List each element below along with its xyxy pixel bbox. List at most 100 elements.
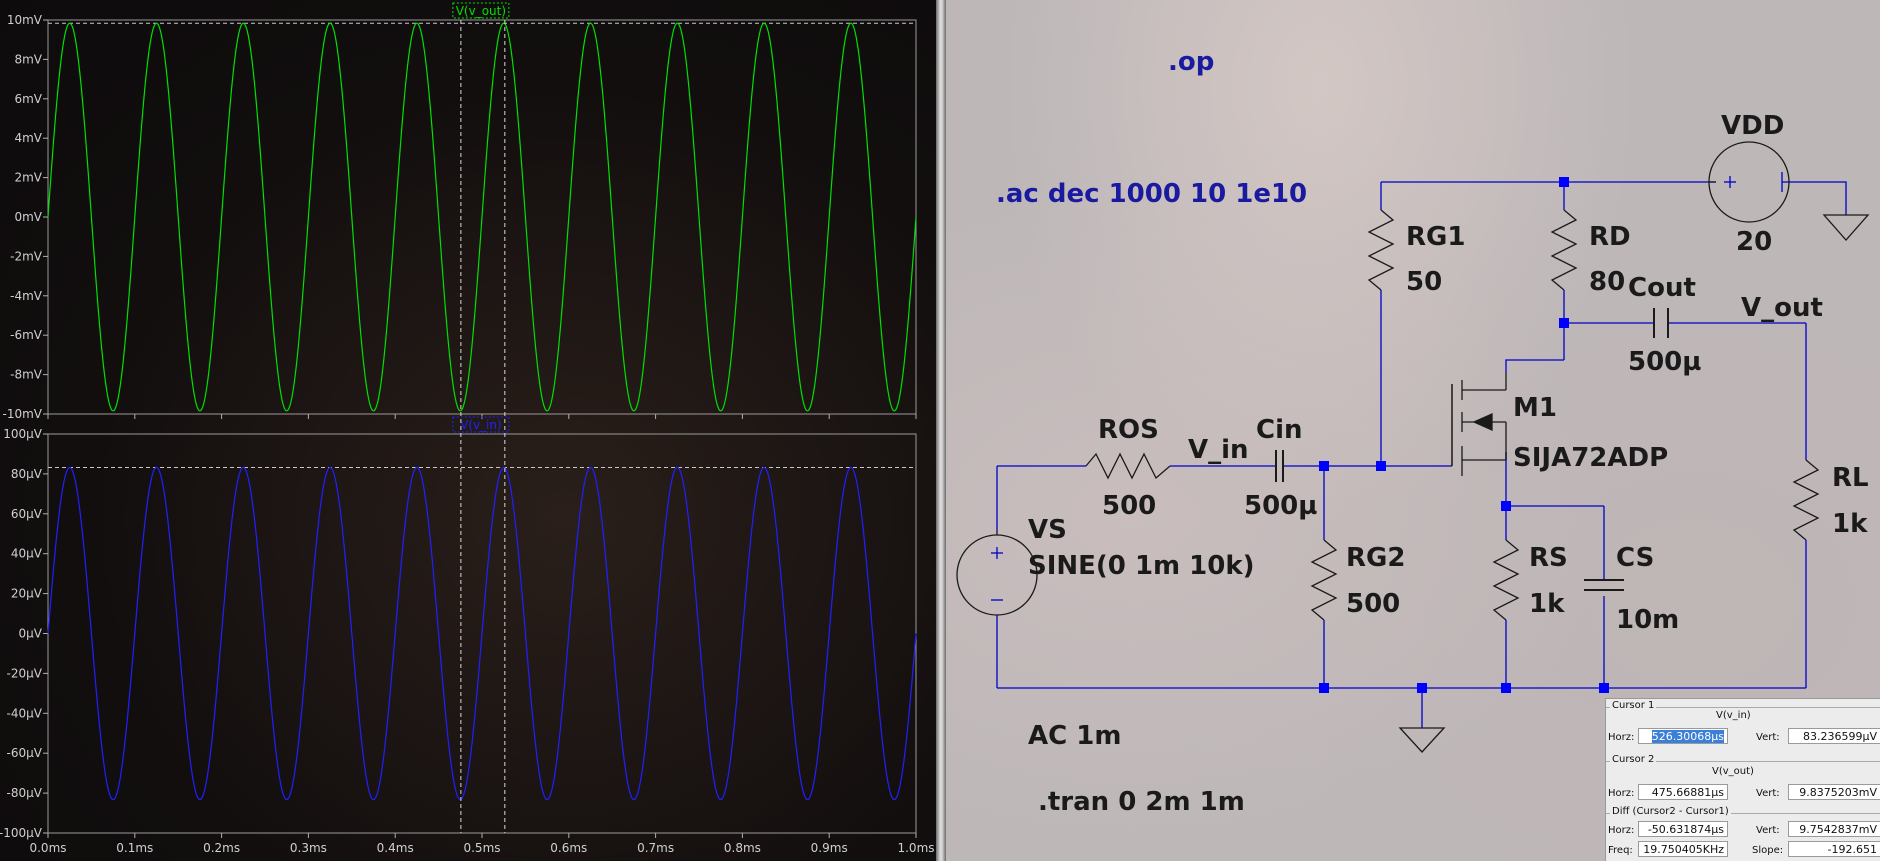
- cursor1-horz-field[interactable]: 526.30068µs: [1638, 728, 1728, 744]
- x-tick-label: 0.4ms: [377, 841, 414, 855]
- ground-icon: [1398, 727, 1446, 753]
- diff-horz-field[interactable]: -50.631874µs: [1638, 821, 1728, 837]
- cin-name: Cin: [1256, 415, 1303, 445]
- cursor1-vert-label: Vert:: [1756, 732, 1780, 743]
- ros-value: 500: [1102, 491, 1156, 521]
- cursor-readout-panel[interactable]: Cursor 1 V(v_in) Horz: 526.30068µs Vert:…: [1605, 698, 1880, 861]
- cursor2-trace: V(v_out): [1712, 766, 1754, 777]
- trace-label-vin[interactable]: V(v_in): [460, 418, 502, 432]
- source-polarity-marks: [991, 172, 1783, 601]
- vs-value: SINE(0 1m 10k): [1028, 551, 1255, 581]
- vout-net-label: V_out: [1741, 293, 1823, 323]
- rd-value: 80: [1589, 267, 1625, 297]
- cs-name: CS: [1616, 543, 1654, 573]
- plot-pane-vin[interactable]: 100µV 80µV 60µV 40µV 20µV 0µV -20µV -40µV -60µV -…: [0, 416, 917, 840]
- cursor1-title: Cursor 1: [1610, 700, 1657, 711]
- rd-name: RD: [1589, 222, 1631, 252]
- directive-ac-source: AC 1m: [1028, 721, 1121, 751]
- x-tick-label: 0.8ms: [724, 841, 761, 855]
- x-tick-label: 0.7ms: [637, 841, 674, 855]
- diff-freq-field[interactable]: 19.750405KHz: [1638, 841, 1728, 857]
- diff-slope-field[interactable]: -192.651: [1788, 841, 1880, 857]
- y-tick-label: -100µV: [0, 826, 43, 840]
- vs-name: VS: [1028, 515, 1067, 545]
- y-tick-label: 20µV: [11, 587, 43, 601]
- rs-name: RS: [1529, 543, 1568, 573]
- waveform-trace-vin: [47, 466, 917, 801]
- y-tick-label: -20µV: [7, 666, 43, 680]
- m1-value: SIJA72ADP: [1513, 443, 1668, 473]
- x-tick-label: 0.6ms: [550, 841, 587, 855]
- x-tick-label: 0.5ms: [463, 841, 500, 855]
- source-directives: AC 1m .tran 0 2m 1m: [1028, 721, 1245, 817]
- vdd-name: VDD: [1721, 111, 1784, 141]
- vdd-source-symbol: [1708, 141, 1790, 223]
- y-tick-label: -8mV: [10, 368, 43, 382]
- x-tick-label: 1.0ms: [897, 841, 934, 855]
- rs-value: 1k: [1529, 589, 1565, 619]
- waveform-plots[interactable]: 10mV 8mV 6mV 4mV 2mV 0mV -2mV -4mV -6mV -8mV -10mV…: [0, 0, 936, 861]
- vdd-value: 20: [1736, 227, 1772, 257]
- cursor2-horz-label: Horz:: [1608, 788, 1635, 799]
- rl-name: RL: [1832, 463, 1869, 493]
- rg1-name: RG1: [1406, 222, 1465, 252]
- rg2-name: RG2: [1346, 543, 1405, 573]
- trace-label-vout[interactable]: V(v_out): [456, 4, 506, 18]
- wires[interactable]: [996, 181, 1847, 728]
- spice-directives: .op .ac dec 1000 10 1e10: [996, 47, 1307, 209]
- y-tick-label: -60µV: [7, 746, 43, 760]
- m1-name: M1: [1513, 393, 1557, 423]
- y-tick-label: 80µV: [11, 467, 43, 481]
- waveform-trace-vout: [47, 22, 917, 412]
- cursor2-title: Cursor 2: [1610, 754, 1657, 765]
- directive-tran: .tran 0 2m 1m: [1038, 787, 1245, 817]
- cursor-diff-group: Diff (Cursor2 - Cursor1) Horz: -50.63187…: [1606, 806, 1880, 861]
- cursor-diff-title: Diff (Cursor2 - Cursor1): [1610, 806, 1731, 817]
- y-tick-label: 40µV: [11, 547, 43, 561]
- x-tick-label: 0.0ms: [29, 841, 66, 855]
- diff-slope-label: Slope:: [1752, 845, 1784, 856]
- cursor1-trace: V(v_in): [1716, 710, 1751, 721]
- cursor1-group: Cursor 1 V(v_in) Horz: 526.30068µs Vert:…: [1606, 700, 1880, 754]
- y-tick-label: 100µV: [3, 427, 43, 441]
- y-tick-label: 4mV: [14, 131, 42, 145]
- cin-value: 500µ: [1244, 491, 1317, 521]
- directive-op: .op: [1168, 47, 1214, 77]
- y-tick-label: -4mV: [10, 289, 43, 303]
- cursor2-horz-field[interactable]: 475.66881µs: [1638, 784, 1728, 800]
- vin-net-label: V_in: [1188, 435, 1249, 465]
- plot-pane-vout[interactable]: 10mV 8mV 6mV 4mV 2mV 0mV -2mV -4mV -6mV -8mV -10mV…: [3, 2, 917, 421]
- resistor-rg1: [1367, 209, 1395, 291]
- directive-ac: .ac dec 1000 10 1e10: [996, 179, 1307, 209]
- x-tick-label: 0.3ms: [290, 841, 327, 855]
- mosfet-m1[interactable]: [1451, 372, 1507, 476]
- resistor-rd: [1550, 209, 1578, 291]
- cursor1-vert-field[interactable]: 83.236599µV: [1788, 728, 1880, 744]
- y-tick-label: -80µV: [7, 786, 43, 800]
- cout-name: Cout: [1628, 273, 1696, 303]
- ltspice-window: 10mV 8mV 6mV 4mV 2mV 0mV -2mV -4mV -6mV -8mV -10mV…: [0, 0, 1880, 861]
- x-tick-label: 0.1ms: [116, 841, 153, 855]
- rg2-value: 500: [1346, 589, 1400, 619]
- y-tick-label: -10mV: [3, 407, 43, 421]
- resistor-ros: [1085, 452, 1171, 480]
- pane-splitter[interactable]: [936, 0, 946, 861]
- y-tick-label: -6mV: [10, 328, 43, 342]
- y-tick-label: 6mV: [14, 92, 42, 106]
- ground-icon: [1822, 214, 1870, 241]
- diff-vert-field[interactable]: 9.7542837mV: [1788, 821, 1880, 837]
- y-tick-label: 0µV: [19, 627, 43, 641]
- ros-name: ROS: [1098, 415, 1159, 445]
- diff-horz-label: Horz:: [1608, 825, 1635, 836]
- y-tick-label: -40µV: [7, 706, 43, 720]
- y-tick-label: 2mV: [14, 171, 42, 185]
- waveform-viewer[interactable]: 10mV 8mV 6mV 4mV 2mV 0mV -2mV -4mV -6mV -8mV -10mV…: [0, 0, 940, 861]
- y-tick-label: 60µV: [11, 507, 43, 521]
- resistor-rs: [1492, 539, 1520, 621]
- cursor2-vert-field[interactable]: 9.8375203mV: [1788, 784, 1880, 800]
- cursor1-horz-label: Horz:: [1608, 732, 1635, 743]
- cs-value: 10m: [1616, 605, 1679, 635]
- resistor-rg2: [1310, 539, 1338, 621]
- y-tick-label: 8mV: [14, 52, 42, 66]
- time-axis: 0.0ms 0.1ms 0.2ms 0.3ms 0.4ms 0.5ms 0.6ms 0.7ms…: [29, 841, 934, 855]
